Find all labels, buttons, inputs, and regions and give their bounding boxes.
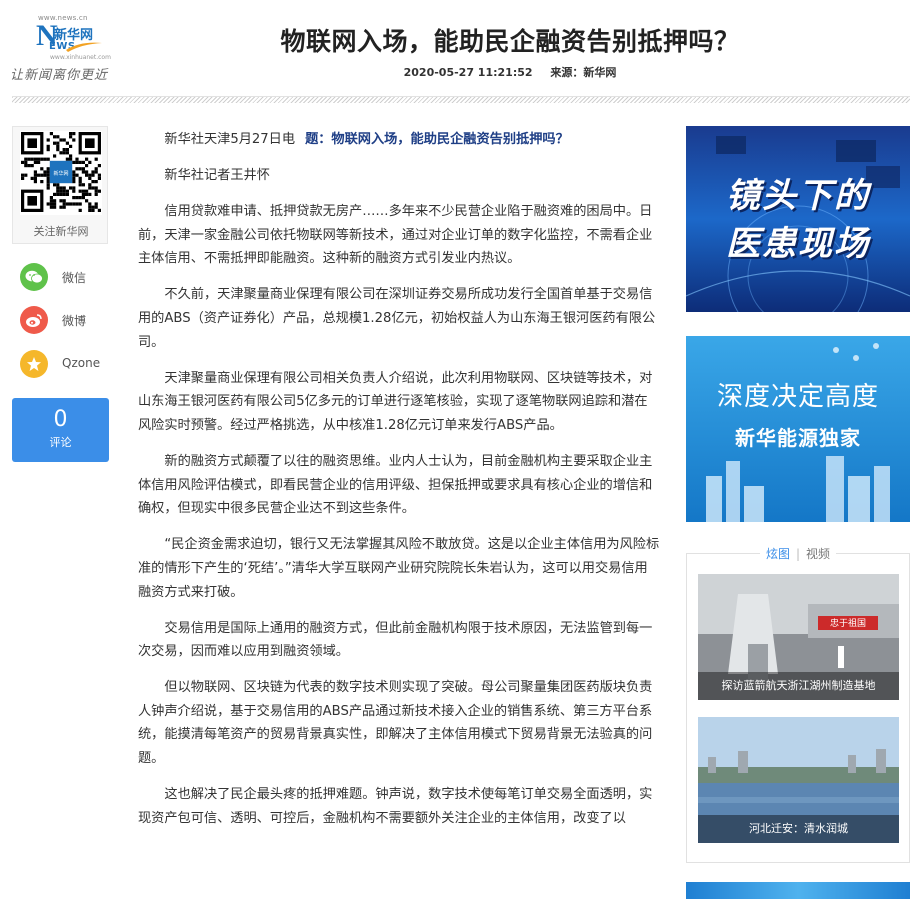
qzone-icon [20, 350, 48, 378]
share-weibo-button[interactable]: 微博 [20, 306, 110, 338]
photo-card[interactable]: 河北迁安：清水润城 [698, 717, 899, 843]
promo-banner-bottom[interactable] [686, 882, 910, 899]
article-paragraph: 但以物联网、区块链为代表的数字技术则实现了突破。母公司聚量集团医药版块负责人钟声… [138, 680, 653, 767]
promo-banner-energy-line2: 新华能源独家 [735, 426, 861, 450]
promo-banner-doctor-patient[interactable]: 镜头下的 医患现场 [686, 126, 910, 312]
photo-card[interactable]: 忠于祖国 探访蓝箭航天浙江湖州制造基地 [698, 574, 899, 700]
comment-button[interactable]: 0 评论 [12, 398, 109, 462]
share-wechat-label: 微信 [62, 271, 87, 285]
logo-slogan: 让新闻离你更近 [10, 68, 109, 83]
dateline-text: 新华社天津5月27日电 [164, 132, 296, 147]
promo-banner-doctor-patient-line1: 镜头下的 [726, 176, 870, 216]
media-panel: 炫图 | 视频 忠于祖国 探访蓝箭航天浙江湖州制造基地 河北迁安：清水润城 [686, 547, 910, 863]
comment-label: 评论 [49, 436, 72, 449]
article-meta: 2020-05-27 11:21:52 来源：新华网 [140, 64, 880, 80]
article-paragraph: 不久前，天津聚量商业保理有限公司在深圳证券交易所成功发行全国首单基于交易信用的A… [138, 287, 656, 350]
weibo-icon [20, 306, 48, 334]
article-paragraph: 这也解决了民企最头疼的抵押难题。钟声说，数字技术使每笔订单交易全面透明，实现资产… [138, 787, 653, 826]
article-source: 来源：新华网 [550, 66, 617, 79]
lead-title: 题：物联网入场，能助民企融资告别抵押吗？ [305, 132, 569, 147]
share-qzone-button[interactable]: Qzone [20, 350, 110, 382]
qr-logo-badge: 新华网 [53, 170, 68, 177]
photo-caption: 河北迁安：清水润城 [698, 815, 899, 843]
share-weibo-label: 微博 [62, 314, 87, 328]
xinhua-logo[interactable]: www.news.cn N 新华网 EWS www.xinhuanet.com … [10, 14, 120, 84]
page-header: www.news.cn N 新华网 EWS www.xinhuanet.com … [0, 0, 924, 96]
article-paragraph: 天津聚量商业保理有限公司相关负责人介绍说，此次利用物联网、区块链等技术，对山东海… [138, 370, 653, 433]
article-paragraph: 交易信用是国际上通用的融资方式，但此前金融机构限于技术原因，无法监管到每一次交易… [138, 620, 653, 660]
logo-swoosh-icon [66, 42, 102, 52]
qr-code-image: 新华网 [20, 131, 102, 215]
promo-banner-energy[interactable]: 深度决定高度 新华能源独家 [686, 336, 910, 522]
article-byline: 新华社记者王井怀 [164, 168, 270, 184]
promo-banner-energy-line1: 深度决定高度 [716, 382, 879, 412]
article-paragraph: 新的融资方式颠覆了以往的融资思维。业内人士认为，目前金融机构主要采取企业主体信用… [138, 454, 653, 517]
photo-sign-text: 忠于祖国 [829, 619, 866, 629]
qr-caption: 关注新华网 [33, 225, 89, 238]
article-paragraph: 信用贷款难申请、抵押贷款无房产……多年来不少民营企业陷于融资难的困局中。日前，天… [138, 204, 653, 267]
share-qzone-label: Qzone [62, 356, 101, 370]
header-divider [12, 96, 910, 103]
wechat-icon [20, 263, 48, 291]
article-dateline: 新华社天津5月27日电 题：物联网入场，能助民企融资告别抵押吗？ [138, 128, 660, 152]
logo-url-bottom: www.xinhuanet.com [50, 54, 111, 61]
qr-code-panel: 新华网 关注新华网 [12, 126, 108, 244]
media-tabs: 炫图 | 视频 [687, 545, 909, 562]
article-body: 新华社天津5月27日电 题：物联网入场，能助民企融资告别抵押吗？ 新华社记者王井怀… [138, 128, 660, 843]
share-wechat-button[interactable]: 微信 [20, 263, 110, 295]
tab-videos[interactable]: 视频 [800, 547, 837, 561]
comment-count: 0 [53, 407, 68, 432]
promo-banner-doctor-patient-line2: 医患现场 [726, 224, 870, 264]
photo-caption: 探访蓝箭航天浙江湖州制造基地 [698, 672, 899, 700]
article-title: 物联网入场，能助民企融资告别抵押吗？ [280, 27, 740, 56]
tab-photos[interactable]: 炫图 [759, 547, 796, 561]
article-datetime: 2020-05-27 11:21:52 [403, 66, 533, 79]
article-paragraph: “民企资金需求迫切，银行又无法掌握其风险不敢放贷。这是以企业主体信用为风险标准的… [138, 537, 660, 600]
